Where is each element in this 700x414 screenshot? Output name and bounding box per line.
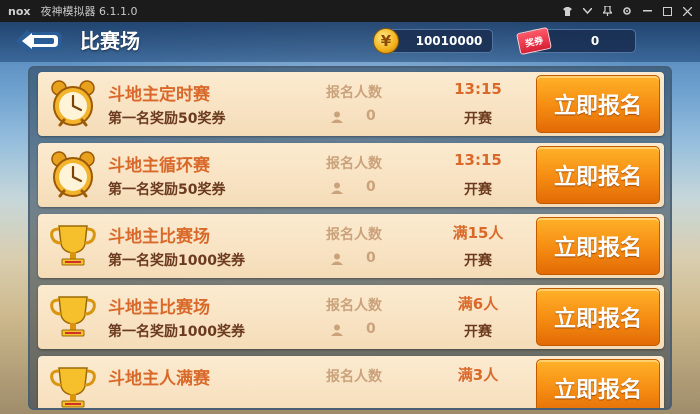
trophy-icon bbox=[48, 362, 98, 408]
match-status: 开赛 bbox=[464, 324, 492, 340]
close-icon[interactable] bbox=[678, 0, 696, 22]
match-name: 斗地主定时赛 bbox=[108, 85, 210, 105]
alarm-clock-icon bbox=[48, 78, 98, 130]
person-icon bbox=[331, 324, 343, 336]
trophy-icon bbox=[48, 220, 98, 272]
back-arrow-icon bbox=[16, 29, 62, 53]
match-start-time: 13:15 bbox=[454, 151, 502, 169]
gold-balance: 10010000 bbox=[385, 29, 493, 53]
signup-button[interactable]: 立即报名 bbox=[536, 146, 660, 204]
gear-icon[interactable] bbox=[618, 0, 636, 22]
chevron-down-icon[interactable] bbox=[578, 0, 596, 22]
back-button[interactable] bbox=[14, 28, 64, 54]
person-icon bbox=[331, 253, 343, 265]
match-start-time: 满6人 bbox=[457, 295, 499, 313]
alarm-clock-icon bbox=[48, 149, 98, 201]
signup-count-label: 报名人数 bbox=[326, 227, 382, 243]
emulator-titlebar: nox 夜神模拟器 6.1.1.0 bbox=[0, 0, 700, 22]
match-status: 开赛 bbox=[464, 182, 492, 198]
match-prize: 第一名奖励1000奖券 bbox=[108, 253, 245, 269]
person-icon bbox=[331, 111, 343, 123]
signup-count: 0 bbox=[366, 250, 376, 266]
match-name: 斗地主比赛场 bbox=[108, 298, 210, 318]
signup-button[interactable]: 立即报名 bbox=[536, 288, 660, 346]
game-screen: 比赛场 10010000 ¥ 0 奖券 斗地主定时赛 第一名奖励50奖券 报名人… bbox=[0, 22, 700, 414]
match-row: 斗地主人满赛 报名人数 满3人 立即报名 bbox=[38, 356, 664, 408]
signup-count-label: 报名人数 bbox=[326, 369, 382, 385]
match-row: 斗地主循环赛 第一名奖励50奖券 报名人数 0 13:15 开赛 立即报名 bbox=[38, 143, 664, 207]
match-prize: 第一名奖励50奖券 bbox=[108, 111, 226, 127]
coin-icon: ¥ bbox=[373, 28, 399, 54]
nox-logo: nox bbox=[8, 4, 31, 18]
match-list[interactable]: 斗地主定时赛 第一名奖励50奖券 报名人数 0 13:15 开赛 立即报名 斗地… bbox=[28, 66, 672, 410]
trophy-icon bbox=[48, 291, 98, 343]
top-bar: 比赛场 10010000 ¥ 0 奖券 bbox=[0, 22, 700, 62]
signup-count: 0 bbox=[366, 108, 376, 124]
signup-button[interactable]: 立即报名 bbox=[536, 359, 660, 408]
match-prize: 第一名奖励50奖券 bbox=[108, 182, 226, 198]
signup-count: 0 bbox=[366, 321, 376, 337]
signup-button[interactable]: 立即报名 bbox=[536, 217, 660, 275]
ticket-amount: 0 bbox=[590, 34, 600, 48]
match-start-time: 满15人 bbox=[452, 224, 504, 242]
window-controls bbox=[556, 0, 696, 22]
match-start-time: 13:15 bbox=[454, 80, 502, 98]
match-row: 斗地主定时赛 第一名奖励50奖券 报名人数 0 13:15 开赛 立即报名 bbox=[38, 72, 664, 136]
signup-count: 0 bbox=[366, 179, 376, 195]
maximize-icon[interactable] bbox=[658, 0, 676, 22]
signup-count-label: 报名人数 bbox=[326, 85, 382, 101]
skin-icon[interactable] bbox=[558, 0, 576, 22]
match-start-time: 满3人 bbox=[457, 366, 499, 384]
match-prize: 第一名奖励1000奖券 bbox=[108, 324, 245, 340]
emulator-title: 夜神模拟器 6.1.1.0 bbox=[40, 5, 138, 18]
match-name: 斗地主比赛场 bbox=[108, 227, 210, 247]
minimize-icon[interactable] bbox=[638, 0, 656, 22]
ticket-icon-label: 奖券 bbox=[524, 35, 545, 50]
match-name: 斗地主人满赛 bbox=[108, 369, 210, 389]
match-name: 斗地主循环赛 bbox=[108, 156, 210, 176]
gold-amount: 10010000 bbox=[415, 34, 483, 48]
signup-count-label: 报名人数 bbox=[326, 298, 382, 314]
signup-count-label: 报名人数 bbox=[326, 156, 382, 172]
match-status: 开赛 bbox=[464, 111, 492, 127]
pin-icon[interactable] bbox=[598, 0, 616, 22]
match-status: 开赛 bbox=[464, 253, 492, 269]
match-row: 斗地主比赛场 第一名奖励1000奖券 报名人数 0 满15人 开赛 立即报名 bbox=[38, 214, 664, 278]
signup-button[interactable]: 立即报名 bbox=[536, 75, 660, 133]
match-row: 斗地主比赛场 第一名奖励1000奖券 报名人数 0 满6人 开赛 立即报名 bbox=[38, 285, 664, 349]
page-title: 比赛场 bbox=[80, 29, 140, 53]
person-icon bbox=[331, 182, 343, 194]
